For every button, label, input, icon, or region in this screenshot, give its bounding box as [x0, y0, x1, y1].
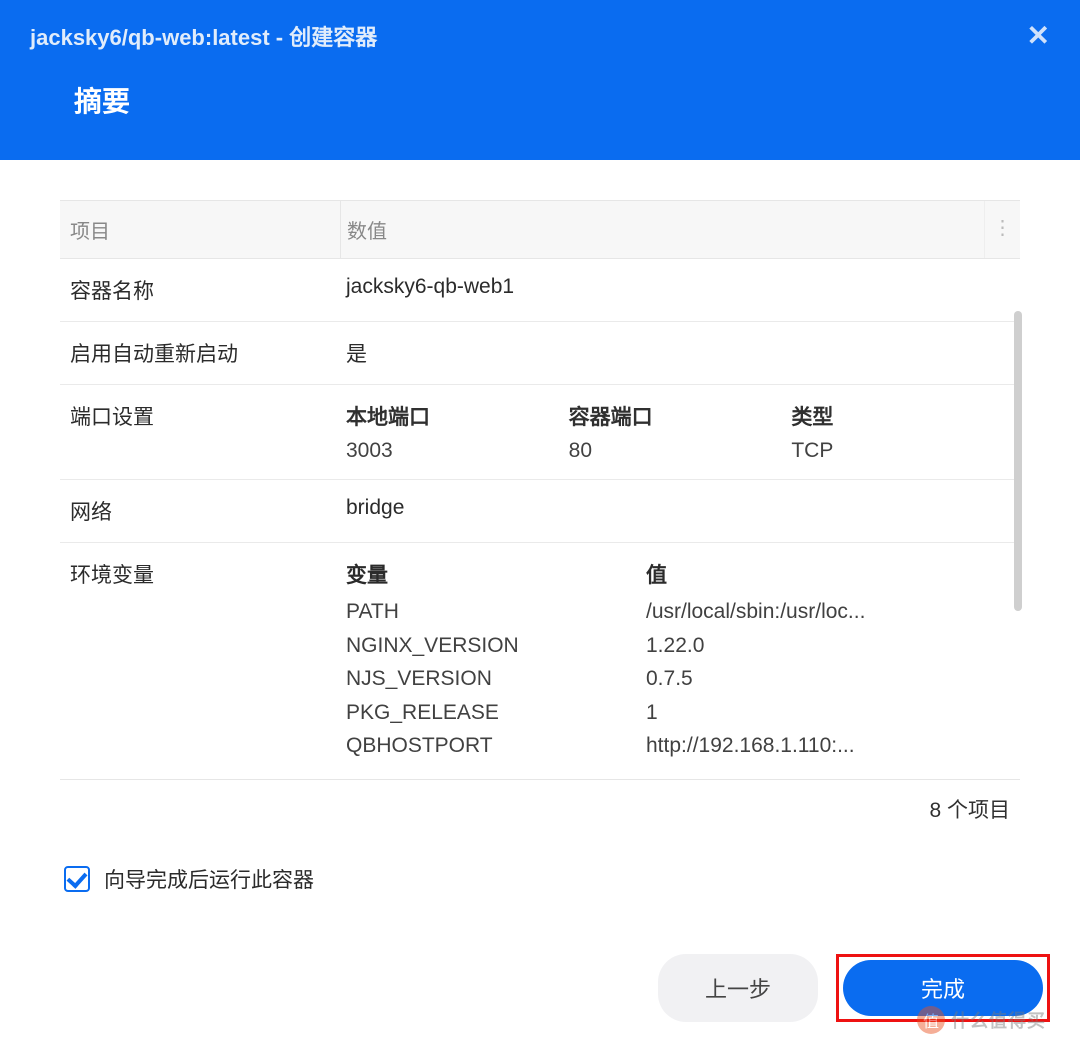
row-port-settings: 端口设置 本地端口 容器端口 类型 3003 80 TCP: [60, 385, 1020, 480]
row-network: 网络 bridge: [60, 480, 1020, 543]
table-body: 容器名称 jacksky6-qb-web1 启用自动重新启动 是 端口设置 本地…: [60, 259, 1020, 779]
env-row: QBHOSTPORT http://192.168.1.110:...: [346, 729, 1014, 763]
row-env-vars: 环境变量 变量 值 PATH /usr/local/sbin:/usr/loc.…: [60, 543, 1020, 779]
watermark-text: 什么值得买: [951, 1007, 1046, 1033]
modal-body: 项目 数值 ⋮ 容器名称 jacksky6-qb-web1 启用自动重新启动 是…: [0, 160, 1080, 914]
port-container: 80: [569, 439, 792, 463]
scrollbar-thumb[interactable]: [1014, 311, 1022, 611]
env-key: PATH: [346, 595, 646, 629]
value-container-name: jacksky6-qb-web1: [340, 259, 1020, 321]
env-header-val: 值: [646, 559, 1014, 589]
row-container-name: 容器名称 jacksky6-qb-web1: [60, 259, 1020, 322]
env-row: PATH /usr/local/sbin:/usr/loc...: [346, 595, 1014, 629]
item-count: 8 个项目: [60, 780, 1020, 834]
watermark: 值 什么值得买: [917, 1006, 1046, 1034]
env-val: 0.7.5: [646, 662, 1014, 696]
run-after-label: 向导完成后运行此容器: [104, 864, 314, 894]
env-val: 1.22.0: [646, 629, 1014, 663]
env-key: QBHOSTPORT: [346, 729, 646, 763]
label-env-vars: 环境变量: [60, 543, 340, 779]
label-network: 网络: [60, 480, 340, 542]
value-auto-restart: 是: [340, 322, 1020, 384]
table-header: 项目 数值 ⋮: [60, 201, 1020, 259]
create-container-modal: jacksky6/qb-web:latest - 创建容器 ✕ 摘要 项目 数值…: [0, 0, 1080, 1042]
env-val: http://192.168.1.110:...: [646, 729, 1014, 763]
label-port-settings: 端口设置: [60, 385, 340, 479]
modal-header: jacksky6/qb-web:latest - 创建容器 ✕ 摘要: [0, 0, 1080, 160]
label-container-name: 容器名称: [60, 259, 340, 321]
value-network: bridge: [340, 480, 1020, 542]
row-auto-restart: 启用自动重新启动 是: [60, 322, 1020, 385]
modal-title: jacksky6/qb-web:latest - 创建容器: [30, 20, 1050, 52]
label-auto-restart: 启用自动重新启动: [60, 322, 340, 384]
port-header-container: 容器端口: [569, 401, 792, 431]
value-port-settings: 本地端口 容器端口 类型 3003 80 TCP: [340, 385, 1020, 479]
port-header-local: 本地端口: [346, 401, 569, 431]
env-row: NGINX_VERSION 1.22.0: [346, 629, 1014, 663]
env-key: PKG_RELEASE: [346, 696, 646, 730]
port-type: TCP: [791, 439, 1014, 463]
close-icon[interactable]: ✕: [1027, 22, 1050, 50]
run-after-row: 向导完成后运行此容器: [60, 864, 1020, 894]
watermark-badge-icon: 值: [917, 1006, 945, 1034]
env-header-var: 变量: [346, 559, 646, 589]
page-subtitle: 摘要: [74, 80, 1050, 120]
env-row: NJS_VERSION 0.7.5: [346, 662, 1014, 696]
summary-table: 项目 数值 ⋮ 容器名称 jacksky6-qb-web1 启用自动重新启动 是…: [60, 200, 1020, 780]
prev-button[interactable]: 上一步: [658, 954, 818, 1022]
run-after-checkbox[interactable]: [64, 866, 90, 892]
port-header-type: 类型: [791, 401, 1014, 431]
env-key: NGINX_VERSION: [346, 629, 646, 663]
env-val: 1: [646, 696, 1014, 730]
table-menu-icon[interactable]: ⋮: [984, 201, 1020, 258]
col-header-value: 数值: [340, 201, 984, 258]
env-key: NJS_VERSION: [346, 662, 646, 696]
value-env-vars: 变量 值 PATH /usr/local/sbin:/usr/loc... NG…: [340, 543, 1020, 779]
env-val: /usr/local/sbin:/usr/loc...: [646, 595, 1014, 629]
col-header-item: 项目: [60, 201, 340, 258]
port-local: 3003: [346, 439, 569, 463]
env-row: PKG_RELEASE 1: [346, 696, 1014, 730]
